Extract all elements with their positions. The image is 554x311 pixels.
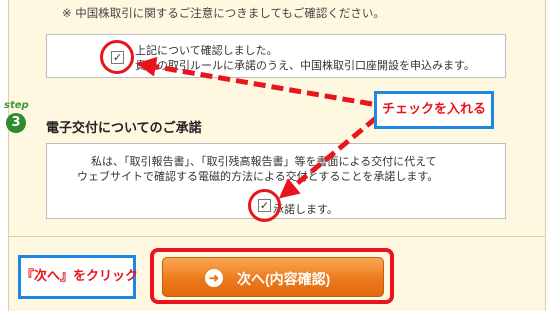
arrow-to-checkbox1: [136, 56, 373, 107]
next-confirm-button[interactable]: ➜ 次へ(内容確認): [162, 257, 384, 297]
arrow-to-checkbox2: [278, 116, 378, 199]
arrow-right-icon: ➜: [205, 269, 223, 287]
callout-next: 『次へ』をクリック: [18, 255, 138, 299]
next-button-label: 次へ(内容確認): [237, 271, 331, 287]
callout-check: チェックを入れる: [374, 91, 494, 129]
